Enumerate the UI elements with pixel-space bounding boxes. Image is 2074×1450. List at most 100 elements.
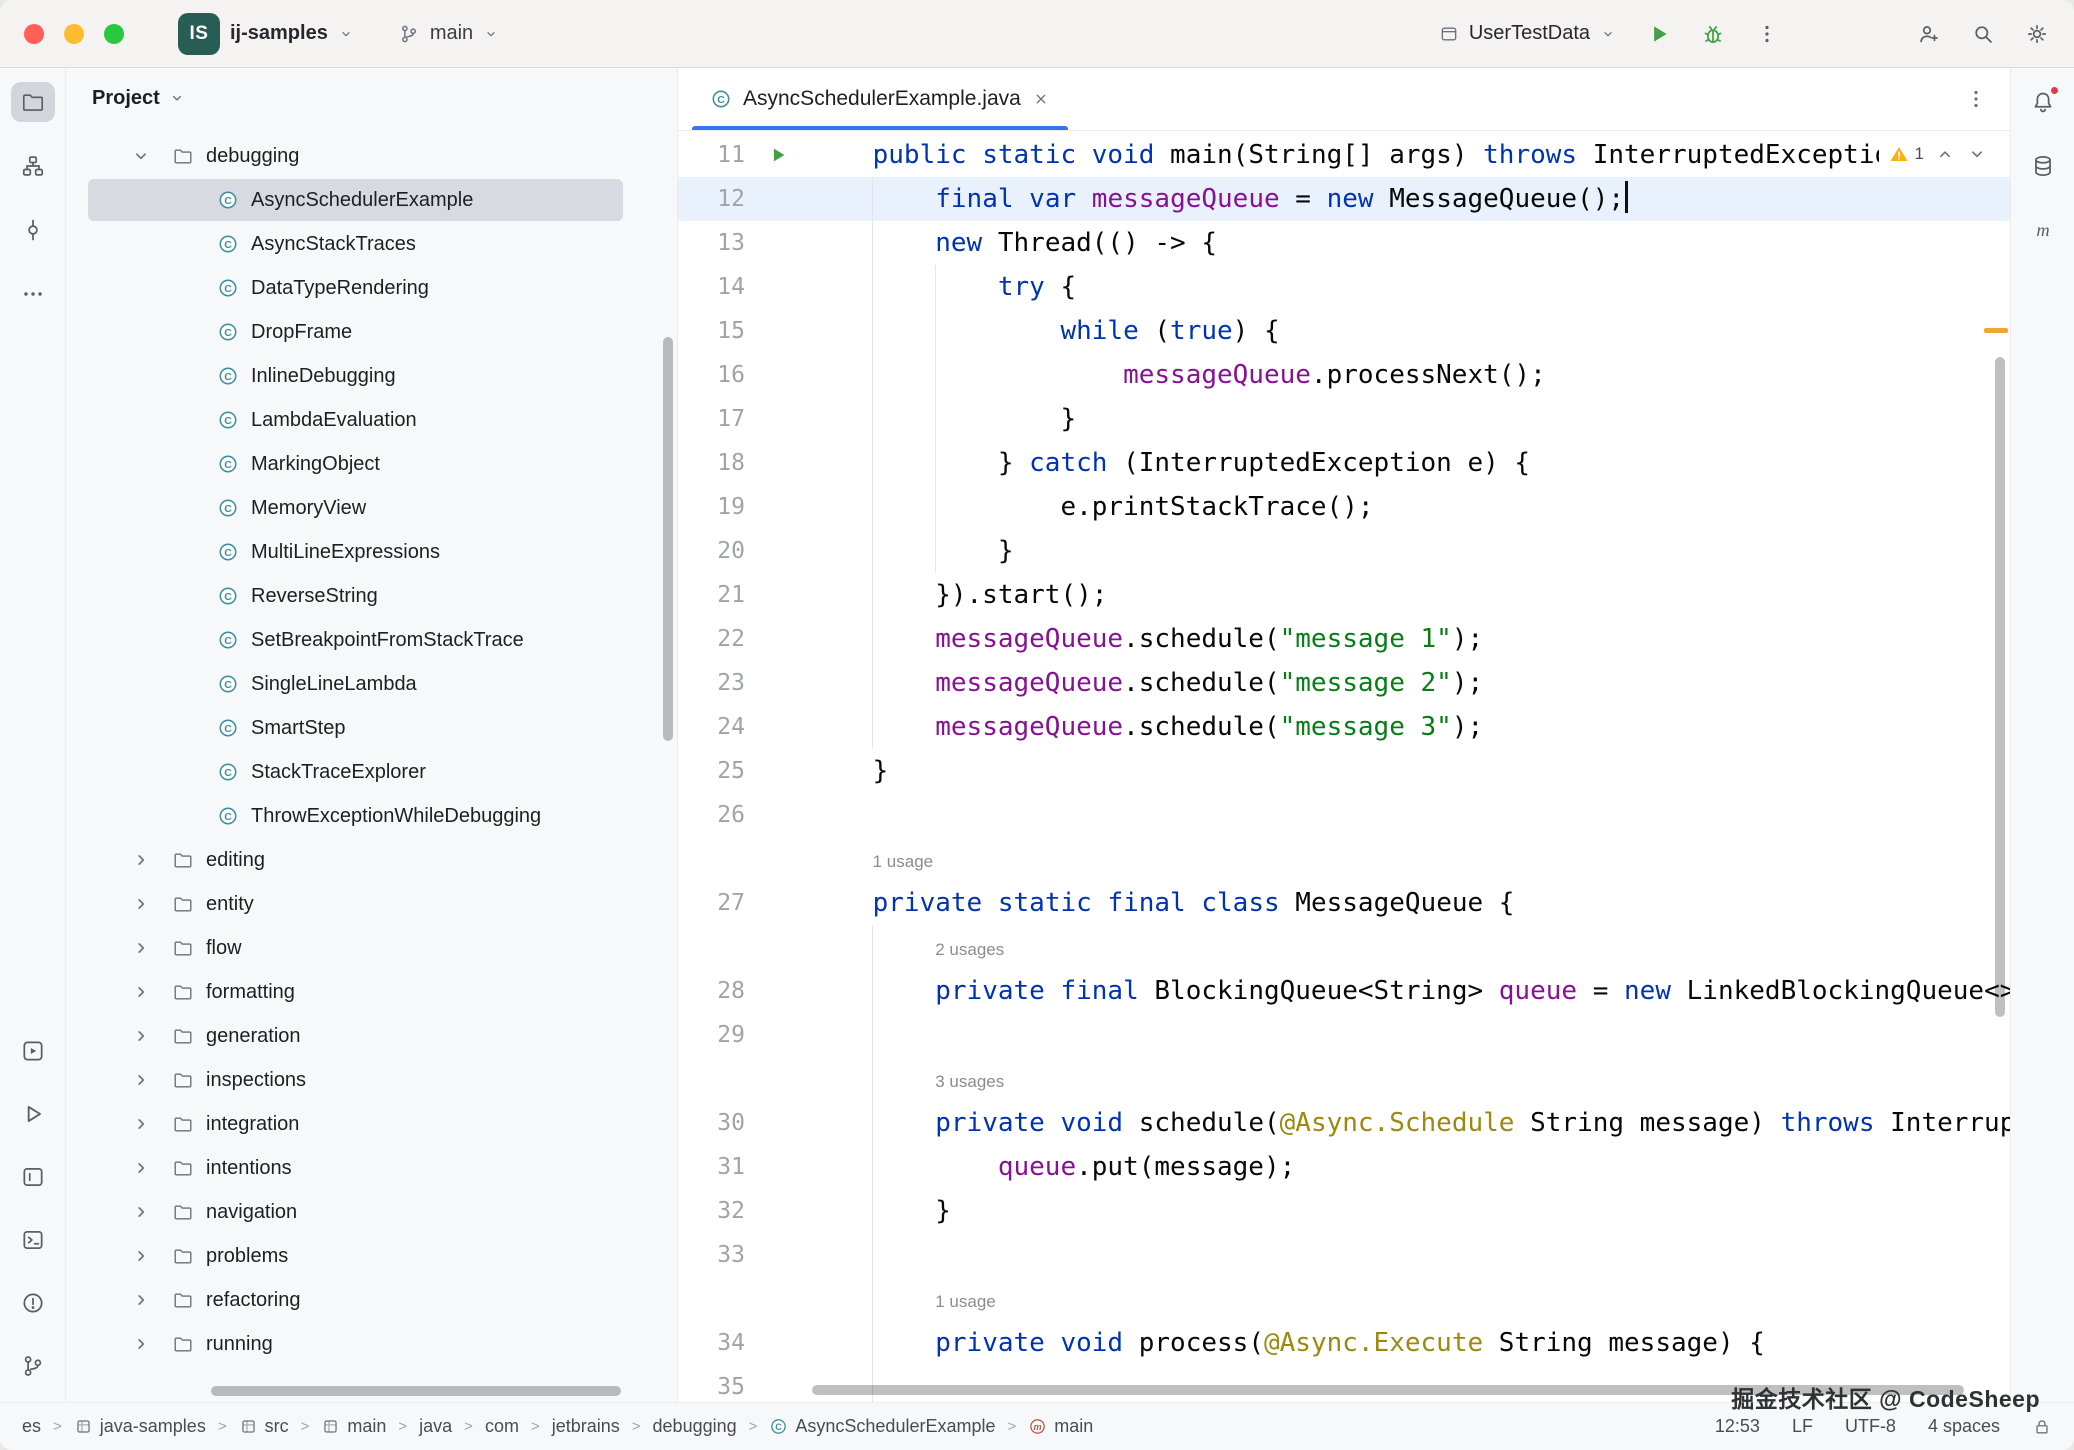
tree-item-inspections[interactable]: inspections	[66, 1058, 677, 1102]
tree-item-intentions[interactable]: intentions	[66, 1146, 677, 1190]
indent-widget[interactable]: 4 spaces	[1928, 1416, 2000, 1437]
tree-item-SingleLineLambda[interactable]: C SingleLineLambda	[66, 662, 677, 706]
tree-item-editing[interactable]: editing	[66, 838, 677, 882]
line-number[interactable]: 16	[678, 353, 745, 397]
line-number[interactable]: 26	[678, 793, 745, 837]
tree-item-formatting[interactable]: formatting	[66, 970, 677, 1014]
structure-button[interactable]	[11, 146, 55, 186]
usage-hint[interactable]: 2 usages	[935, 940, 1004, 959]
project-selector[interactable]: IS ij-samples	[168, 7, 364, 61]
line-number[interactable]: 18	[678, 441, 745, 485]
debug-button[interactable]	[1692, 13, 1734, 55]
usage-hint[interactable]: 3 usages	[935, 1072, 1004, 1091]
tree-item-LambdaEvaluation[interactable]: C LambdaEvaluation	[66, 398, 677, 442]
line-number[interactable]: 33	[678, 1233, 745, 1277]
tree-item-MultiLineExpressions[interactable]: C MultiLineExpressions	[66, 530, 677, 574]
usage-hint[interactable]: 1 usage	[935, 1292, 996, 1311]
line-number[interactable]: 14	[678, 265, 745, 309]
tree-item-AsyncSchedulerExample[interactable]: C AsyncSchedulerExample	[66, 178, 677, 222]
encoding-widget[interactable]: UTF-8	[1845, 1416, 1896, 1437]
line-number[interactable]: 13	[678, 221, 745, 265]
project-horizontal-scrollbar[interactable]	[211, 1386, 621, 1396]
run-config-selector[interactable]: UserTestData	[1429, 16, 1626, 51]
warning-stripe-mark[interactable]	[1984, 328, 2008, 333]
line-number[interactable]: 32	[678, 1189, 745, 1233]
run-gutter-slot[interactable]	[745, 133, 810, 177]
breadcrumb-AsyncSchedulerExample[interactable]: C AsyncSchedulerExample	[769, 1416, 996, 1437]
editor-vertical-scrollbar[interactable]	[1995, 357, 2005, 1017]
breadcrumb-jetbrains[interactable]: jetbrains	[552, 1416, 620, 1437]
tree-item-entity[interactable]: entity	[66, 882, 677, 926]
close-tab-icon[interactable]	[1032, 90, 1050, 108]
tree-item-generation[interactable]: generation	[66, 1014, 677, 1058]
services-button[interactable]	[11, 1031, 55, 1071]
line-number[interactable]: 17	[678, 397, 745, 441]
tree-item-running[interactable]: running	[66, 1322, 677, 1366]
line-number[interactable]: 20	[678, 529, 745, 573]
more-actions-button[interactable]	[1746, 13, 1788, 55]
line-number[interactable]: 19	[678, 485, 745, 529]
next-problem-button[interactable]	[1966, 143, 1988, 165]
breadcrumb-src[interactable]: src	[239, 1416, 289, 1437]
zoom-button[interactable]	[104, 23, 124, 44]
line-number[interactable]: 29	[678, 1013, 745, 1057]
line-number[interactable]: 30	[678, 1101, 745, 1145]
close-button[interactable]	[24, 23, 44, 44]
line-separator-widget[interactable]: LF	[1792, 1416, 1813, 1437]
breadcrumb-debugging[interactable]: debugging	[653, 1416, 737, 1437]
tree-item-SmartStep[interactable]: C SmartStep	[66, 706, 677, 750]
line-number[interactable]: 34	[678, 1321, 745, 1365]
tree-item-MemoryView[interactable]: C MemoryView	[66, 486, 677, 530]
editor-tab[interactable]: C AsyncSchedulerExample.java	[692, 68, 1068, 130]
breadcrumb-java[interactable]: java	[419, 1416, 452, 1437]
more-tool-windows-button[interactable]	[11, 274, 55, 314]
tree-item-navigation[interactable]: navigation	[66, 1190, 677, 1234]
line-number[interactable]: 25	[678, 749, 745, 793]
database-button[interactable]	[2021, 146, 2065, 186]
run-button[interactable]	[1638, 13, 1680, 55]
breadcrumb-com[interactable]: com	[485, 1416, 519, 1437]
line-number[interactable]: 24	[678, 705, 745, 749]
tree-item-problems[interactable]: problems	[66, 1234, 677, 1278]
line-number[interactable]: 21	[678, 573, 745, 617]
code-editor[interactable]: 11 public static void main(String[] args…	[678, 131, 2010, 1402]
line-number[interactable]: 12	[678, 177, 745, 221]
tree-item-ThrowExceptionWhileDebugging[interactable]: C ThrowExceptionWhileDebugging	[66, 794, 677, 838]
console-button[interactable]	[11, 1157, 55, 1197]
previous-problem-button[interactable]	[1934, 143, 1956, 165]
code-with-me-button[interactable]	[1908, 13, 1950, 55]
terminal-button[interactable]	[11, 1220, 55, 1260]
tree-item-DataTypeRendering[interactable]: C DataTypeRendering	[66, 266, 677, 310]
maven-button[interactable]: m	[2021, 210, 2065, 250]
lock-icon[interactable]	[2032, 1417, 2052, 1437]
tree-item-SetBreakpointFromStackTrace[interactable]: C SetBreakpointFromStackTrace	[66, 618, 677, 662]
notifications-button[interactable]	[2021, 82, 2065, 122]
tree-item-integration[interactable]: integration	[66, 1102, 677, 1146]
tree-item-debugging[interactable]: debugging	[66, 134, 677, 178]
line-number[interactable]: 35	[678, 1365, 745, 1402]
tree-item-MarkingObject[interactable]: C MarkingObject	[66, 442, 677, 486]
project-button[interactable]	[10, 82, 55, 122]
tab-options-icon[interactable]	[1964, 87, 1988, 111]
usage-hint[interactable]: 1 usage	[873, 852, 934, 871]
tree-item-DropFrame[interactable]: C DropFrame	[66, 310, 677, 354]
line-number[interactable]: 15	[678, 309, 745, 353]
line-number[interactable]: 23	[678, 661, 745, 705]
breadcrumb-main[interactable]: m main	[1028, 1416, 1093, 1437]
caret-position-widget[interactable]: 12:53	[1715, 1416, 1760, 1437]
project-panel-header[interactable]: Project	[66, 68, 677, 128]
breadcrumb-es[interactable]: es	[22, 1416, 41, 1437]
breadcrumb-java-samples[interactable]: java-samples	[74, 1416, 206, 1437]
tree-item-ReverseString[interactable]: C ReverseString	[66, 574, 677, 618]
commit-button[interactable]	[11, 210, 55, 250]
problems-button[interactable]	[11, 1283, 55, 1323]
tree-item-flow[interactable]: flow	[66, 926, 677, 970]
tree-item-StackTraceExplorer[interactable]: C StackTraceExplorer	[66, 750, 677, 794]
line-number[interactable]: 27	[678, 881, 745, 925]
settings-button[interactable]	[2016, 13, 2058, 55]
line-number[interactable]: 31	[678, 1145, 745, 1189]
run-tool-button[interactable]	[11, 1094, 55, 1134]
search-everywhere-button[interactable]	[1962, 13, 2004, 55]
line-number[interactable]: 28	[678, 969, 745, 1013]
tree-item-refactoring[interactable]: refactoring	[66, 1278, 677, 1322]
